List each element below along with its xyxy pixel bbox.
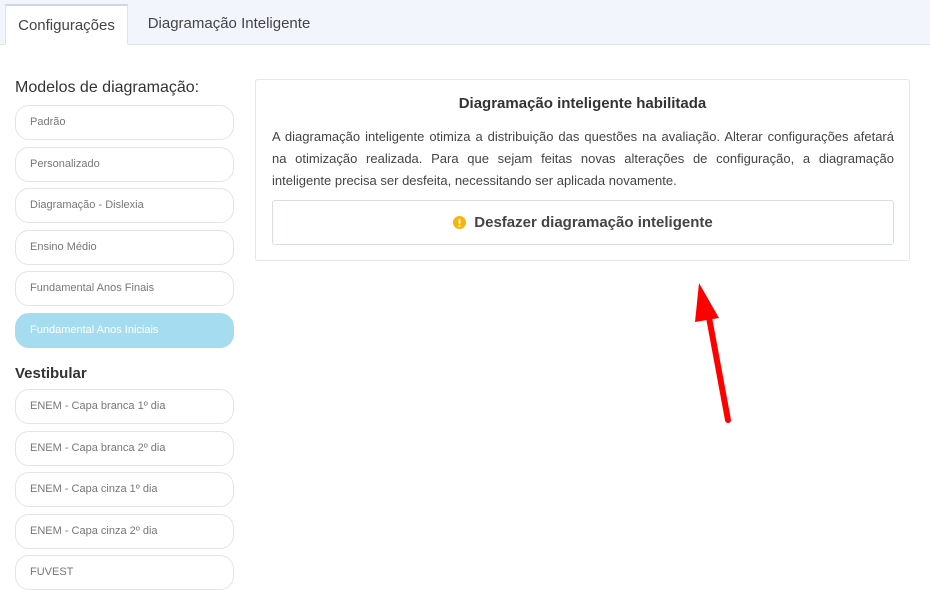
tab-diagramacao-inteligente[interactable]: Diagramação Inteligente [140, 4, 318, 44]
models-section-title: Modelos de diagramação: [15, 79, 200, 96]
model-fundamental-finais-button[interactable]: Fundamental Anos Finais [15, 271, 234, 306]
enem-branca-1-button[interactable]: ENEM - Capa branca 1º dia [15, 389, 234, 424]
warning-icon [453, 216, 467, 229]
tab-configuracoes[interactable]: Configurações [5, 4, 128, 45]
model-ensino-medio-button[interactable]: Ensino Médio [15, 230, 234, 265]
enem-cinza-1-button[interactable]: ENEM - Capa cinza 1º dia [15, 472, 234, 507]
smart-layout-panel: Diagramação inteligente habilitada A dia… [255, 79, 910, 261]
panel-title: Diagramação inteligente habilitada [458, 95, 707, 112]
tab-bar: Configurações Diagramação Inteligente [0, 0, 930, 45]
undo-smart-layout-button[interactable]: Desfazer diagramação inteligente [272, 200, 894, 245]
model-fundamental-iniciais-button[interactable]: Fundamental Anos Iniciais [15, 313, 234, 348]
vestibular-section-title: Vestibular [15, 365, 87, 382]
panel-description: A diagramação inteligente otimiza a dist… [272, 129, 894, 188]
model-padrao-button[interactable]: Padrão [15, 105, 234, 140]
model-dislexia-button[interactable]: Diagramação - Dislexia [15, 188, 234, 223]
enem-cinza-2-button[interactable]: ENEM - Capa cinza 2º dia [15, 514, 234, 549]
fuvest-button[interactable]: FUVEST [15, 555, 234, 590]
undo-button-label: Desfazer diagramação inteligente [474, 214, 713, 231]
enem-branca-2-button[interactable]: ENEM - Capa branca 2º dia [15, 431, 234, 466]
model-personalizado-button[interactable]: Personalizado [15, 147, 234, 182]
